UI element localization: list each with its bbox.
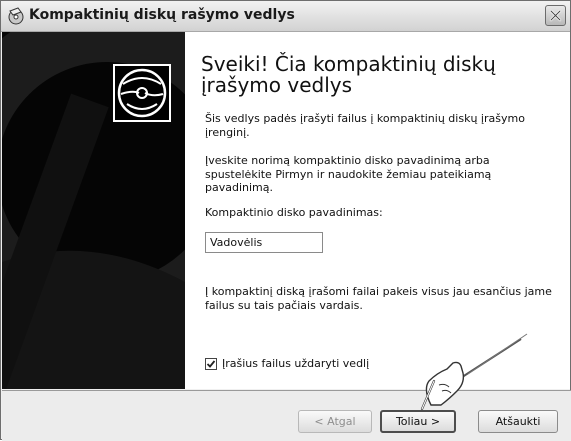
next-button[interactable]: Toliau >	[380, 410, 456, 433]
back-button[interactable]: < Atgal	[298, 410, 372, 433]
button-bar: < Atgal Toliau > Atšaukti	[2, 390, 571, 441]
cd-disc-icon	[113, 64, 171, 122]
window-title: Kompaktinių diskų rašymo vedlys	[29, 7, 295, 23]
title-bar[interactable]: Kompaktinių diskų rašymo vedlys	[1, 1, 570, 32]
cancel-button[interactable]: Atšaukti	[478, 410, 558, 433]
close-wizard-label[interactable]: Įrašius failus uždaryti vedlį	[222, 357, 369, 370]
page-title: Sveiki! Čia kompaktinių diskų įrašymo ve…	[201, 52, 496, 97]
close-icon	[549, 9, 562, 22]
intro-text: Šis vedlys padės įrašyti failus į kompak…	[205, 112, 525, 139]
checkmark-icon	[206, 360, 216, 368]
wizard-banner	[2, 32, 185, 389]
name-label: Kompaktinio disko pavadinimas:	[205, 206, 383, 219]
warning-text: Į kompaktinį diską įrašomi failai pakeis…	[205, 285, 552, 312]
cd-name-input[interactable]: Vadovėlis	[205, 232, 323, 253]
wizard-content: Sveiki! Čia kompaktinių diskų įrašymo ve…	[185, 32, 570, 389]
close-button[interactable]	[545, 5, 566, 26]
cd-writer-icon	[7, 7, 25, 25]
close-wizard-checkbox[interactable]	[205, 358, 217, 370]
instructions-text: Įveskite norimą kompaktinio disko pavadi…	[205, 154, 492, 194]
wizard-window: Kompaktinių diskų rašymo vedlys Sveiki! …	[0, 0, 571, 441]
